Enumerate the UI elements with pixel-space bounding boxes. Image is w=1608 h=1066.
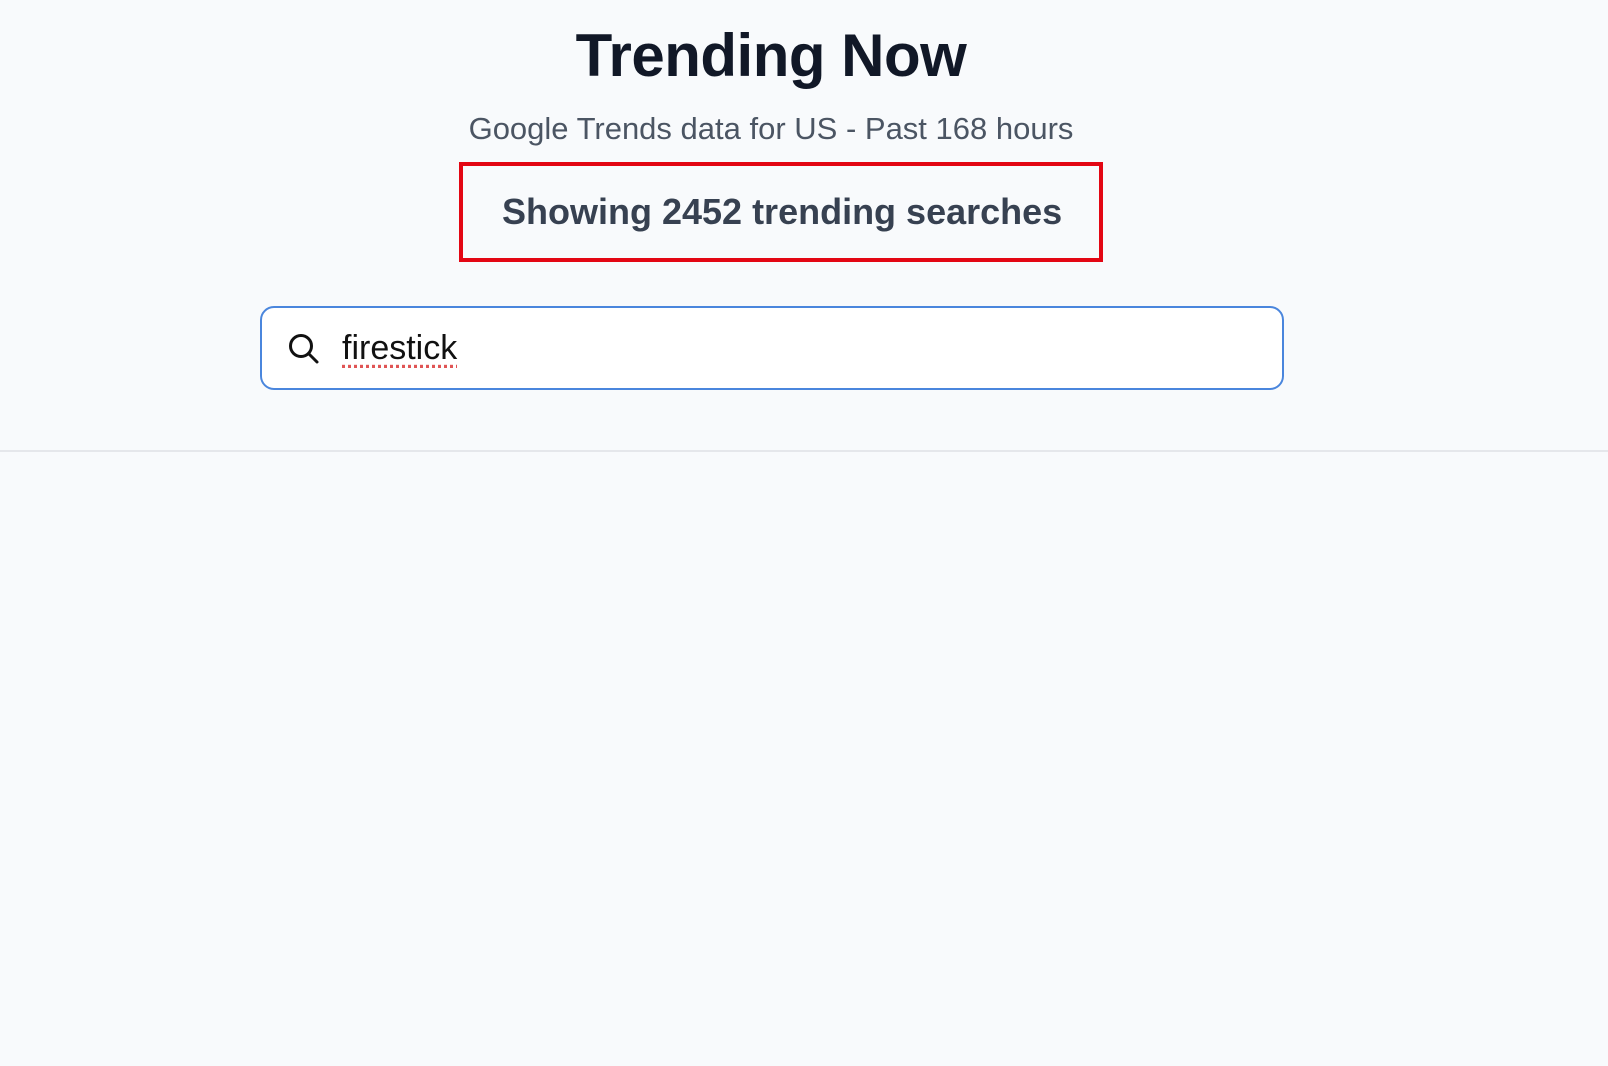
result-count-highlight: Showing 2452 trending searches bbox=[459, 162, 1103, 262]
search-box[interactable] bbox=[260, 306, 1284, 390]
result-count-text: Showing 2452 trending searches bbox=[502, 191, 1063, 232]
page-title: Trending Now bbox=[575, 22, 967, 89]
page-header: Trending Now Google Trends data for US -… bbox=[0, 0, 1608, 452]
page-subtitle: Google Trends data for US - Past 168 hou… bbox=[468, 111, 1074, 146]
search-input[interactable] bbox=[342, 322, 1242, 374]
search-icon bbox=[289, 334, 319, 364]
